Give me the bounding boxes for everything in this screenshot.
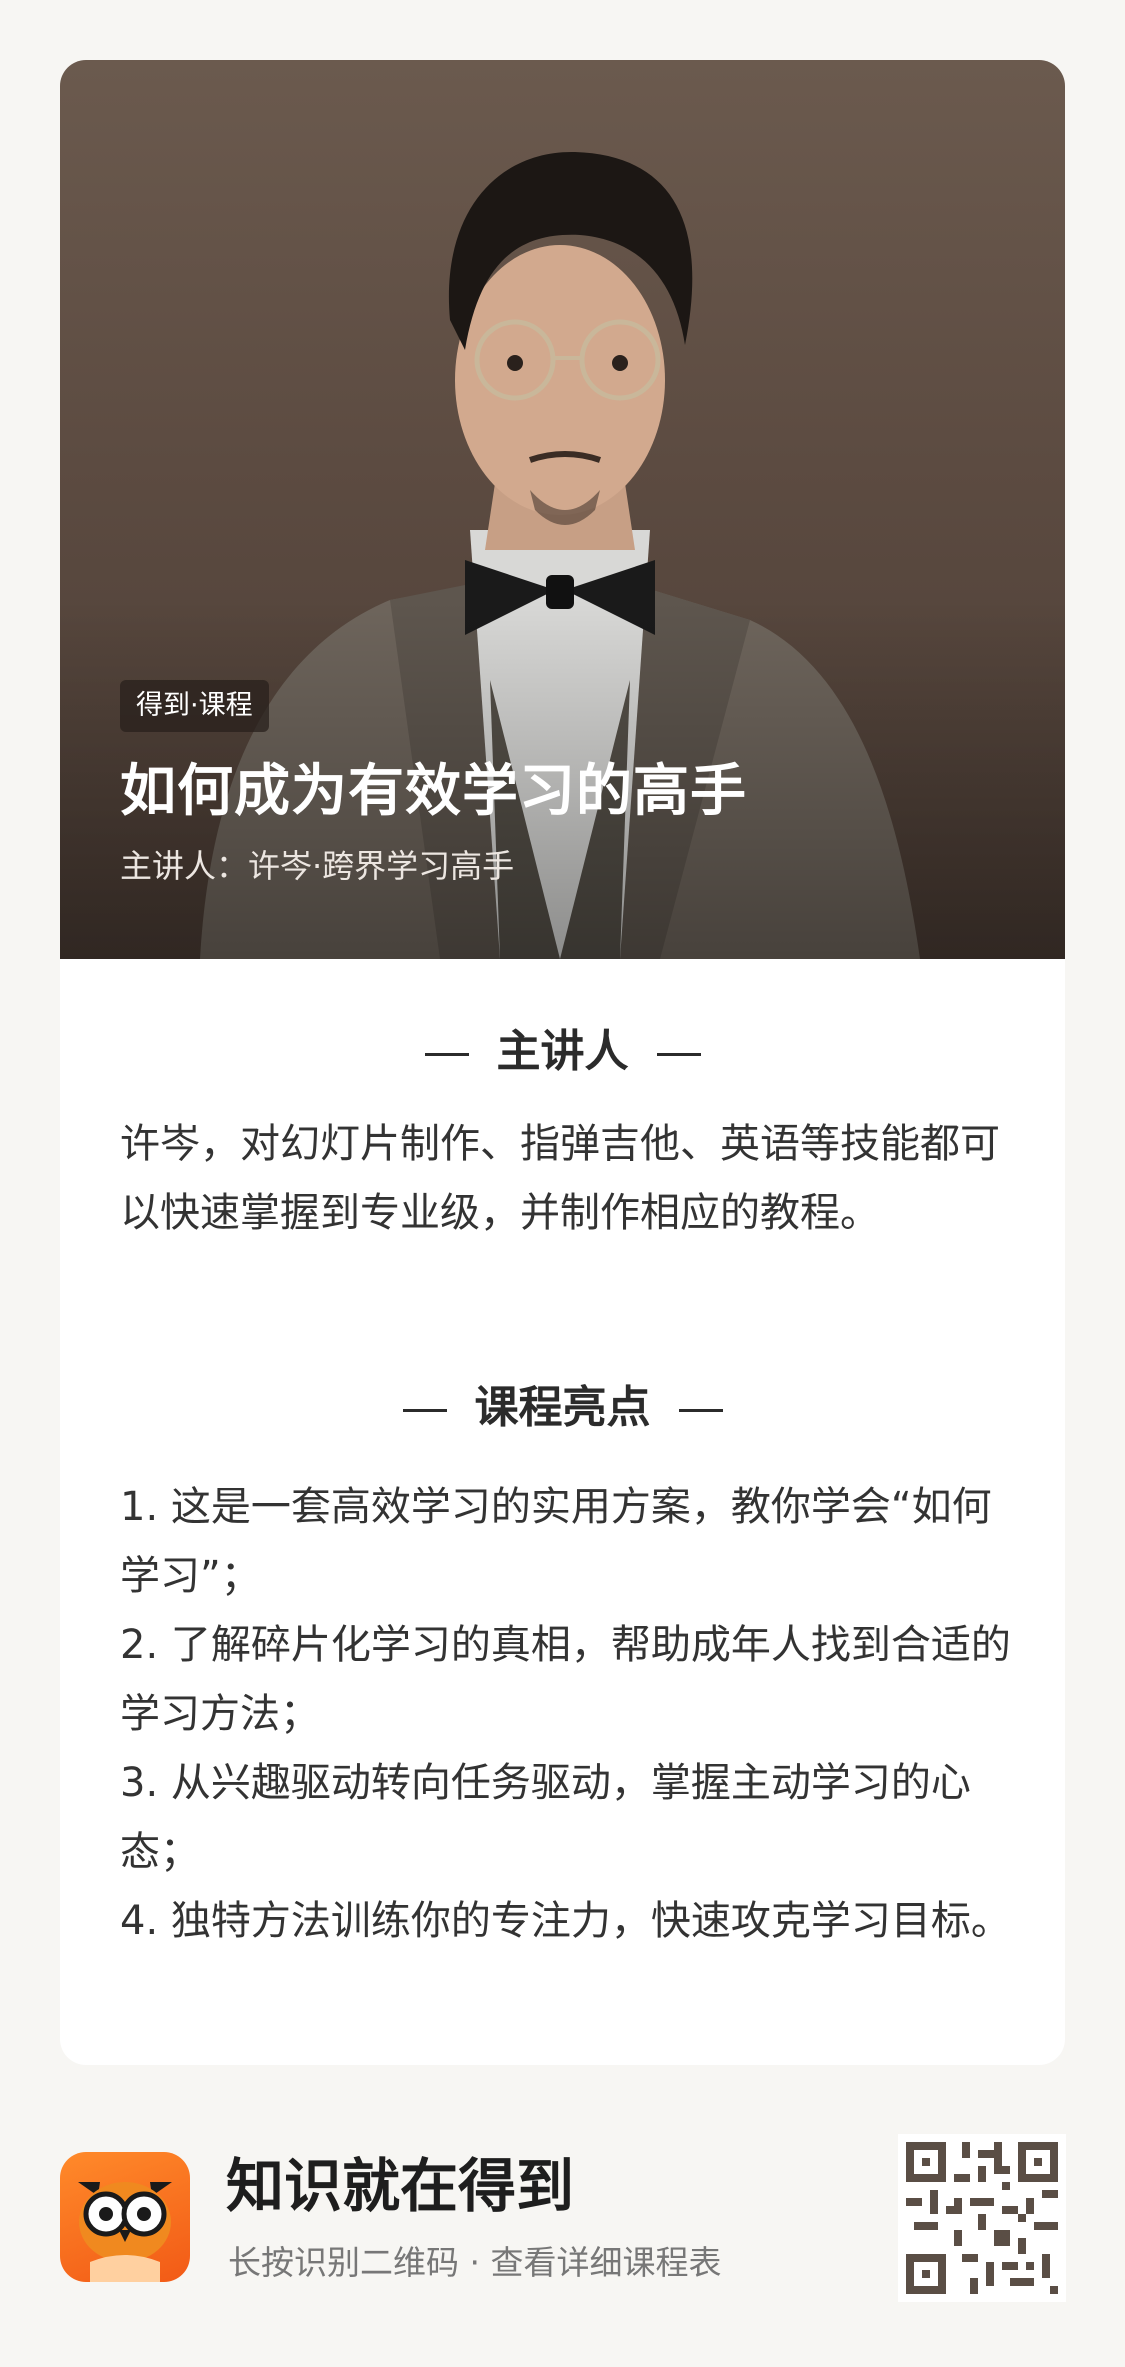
course-hero: 得到·课程 如何成为有效学习的高手 主讲人：许岑·跨界学习高手 xyxy=(60,60,1065,959)
list-item: 3. 从兴趣驱动转向任务驱动，掌握主动学习的心态； xyxy=(120,1760,971,1875)
course-title: 如何成为有效学习的高手 xyxy=(120,759,747,824)
list-item: 4. 独特方法训练你的专注力，快速攻克学习目标。 xyxy=(120,1898,1011,1944)
brand-slogan: 知识就在得到 xyxy=(226,2152,575,2220)
owl-icon xyxy=(60,2152,190,2282)
list-item: 2. 了解碎片化学习的真相，帮助成年人找到合适的学习方法； xyxy=(120,1622,1011,1737)
highlights-section-title: 课程亮点 xyxy=(60,1380,1065,1436)
presenter-section-title: 主讲人 xyxy=(60,1024,1065,1080)
course-badge: 得到·课程 xyxy=(120,680,269,732)
highlights-title-text: 课程亮点 xyxy=(474,1382,651,1433)
title-dash-right xyxy=(678,1408,723,1412)
title-dash-right xyxy=(656,1052,701,1056)
highlights-list: 1. 这是一套高效学习的实用方案，教你学会“如何学习”； 2. 了解碎片化学习的… xyxy=(120,1473,1020,1956)
qr-hint: 长按识别二维码 · 查看详细课程表 xyxy=(228,2243,722,2282)
presenter-title-text: 主讲人 xyxy=(496,1026,629,1077)
qr-code-icon[interactable] xyxy=(898,2134,1066,2302)
presenter-description: 许岑，对幻灯片制作、指弹吉他、英语等技能都可以快速掌握到专业级，并制作相应的教程… xyxy=(120,1121,1000,1236)
title-dash-left xyxy=(424,1052,469,1056)
title-dash-left xyxy=(402,1408,447,1412)
course-presenter-line: 主讲人：许岑·跨界学习高手 xyxy=(120,847,515,885)
list-item: 1. 这是一套高效学习的实用方案，教你学会“如何学习”； xyxy=(120,1484,992,1599)
